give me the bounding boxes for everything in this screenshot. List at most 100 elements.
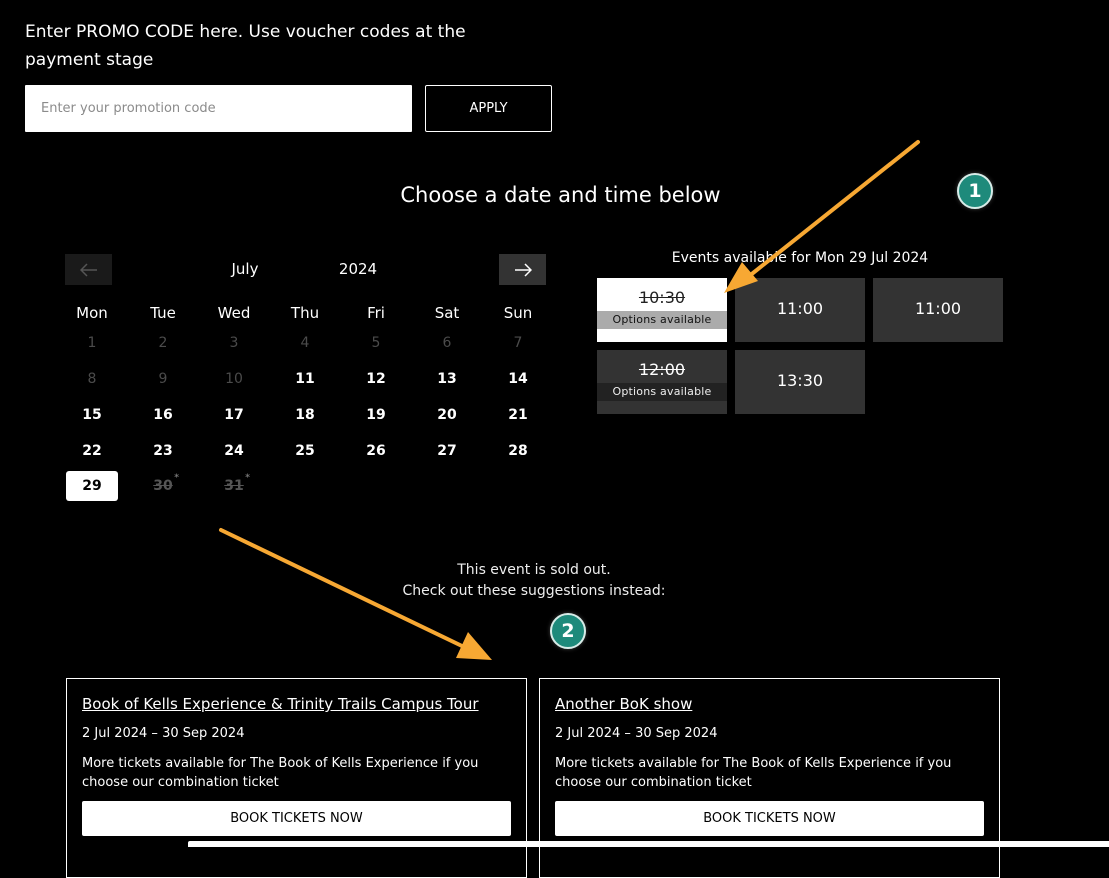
day-number: 22 — [82, 443, 102, 459]
day-number: 10 — [225, 371, 243, 387]
day-31: 31 * — [208, 471, 260, 501]
book-tickets-button[interactable]: BOOK TICKETS NOW — [555, 801, 984, 836]
weekday-thu: Thu — [290, 304, 320, 322]
slot-time: 12:00 — [638, 360, 686, 379]
day-number: 26 — [366, 443, 386, 459]
day-number: 6 — [442, 335, 452, 351]
previous-month-button[interactable] — [65, 254, 112, 285]
day-26[interactable]: 26 — [350, 436, 402, 466]
day-number: 7 — [513, 335, 523, 351]
day-8: 8 — [66, 364, 118, 394]
day-6: 6 — [421, 328, 473, 358]
weekday-tue: Tue — [150, 304, 176, 322]
day-2: 2 — [137, 328, 189, 358]
bottom-overlay-edge — [188, 841, 1109, 847]
calendar-month: July — [231, 260, 259, 278]
suggestions-message: Check out these suggestions instead: — [402, 583, 666, 599]
suggestion-description: More tickets available for The Book of K… — [555, 756, 952, 790]
day-16[interactable]: 16 — [137, 400, 189, 430]
day-24[interactable]: 24 — [208, 436, 260, 466]
day-number: 25 — [295, 443, 315, 459]
arrow-right-icon — [514, 262, 532, 277]
day-3: 3 — [208, 328, 260, 358]
day-number: 17 — [224, 407, 244, 423]
suggestion-dates: 2 Jul 2024 – 30 Sep 2024 — [555, 726, 718, 741]
day-number: 29 — [82, 478, 102, 494]
day-13[interactable]: 13 — [421, 364, 473, 394]
day-number: 1 — [87, 335, 97, 351]
time-slot-1200[interactable]: 12:00 Options available — [597, 350, 727, 414]
day-number: 5 — [371, 335, 381, 351]
day-number: 3 — [229, 335, 239, 351]
day-number: 9 — [158, 371, 168, 387]
day-number: 11 — [295, 371, 315, 387]
day-28[interactable]: 28 — [492, 436, 544, 466]
time-slot-1330[interactable]: 13:30 — [735, 350, 865, 414]
day-number: 23 — [153, 443, 173, 459]
next-month-button[interactable] — [499, 254, 546, 285]
slot-options-label: Options available — [597, 311, 727, 329]
annotation-arrow-2-head — [456, 632, 492, 660]
suggestion-title-link[interactable]: Book of Kells Experience & Trinity Trail… — [82, 695, 479, 713]
sold-out-marker: * — [245, 473, 250, 483]
sold-out-marker: * — [174, 473, 179, 483]
day-30: 30 * — [137, 471, 189, 501]
day-4: 4 — [279, 328, 331, 358]
day-22[interactable]: 22 — [66, 436, 118, 466]
day-number: 15 — [82, 407, 102, 423]
day-11[interactable]: 11 — [279, 364, 331, 394]
annotation-badge-1: 1 — [957, 173, 993, 209]
sold-out-message: This event is sold out. — [457, 562, 611, 578]
arrow-left-icon — [79, 262, 97, 277]
weekday-sun: Sun — [503, 304, 533, 322]
day-9: 9 — [137, 364, 189, 394]
day-number: 21 — [508, 407, 528, 423]
day-17[interactable]: 17 — [208, 400, 260, 430]
day-number: 13 — [437, 371, 457, 387]
time-slot-1030[interactable]: 10:30 Options available — [597, 278, 727, 342]
suggestion-card: Another BoK show 2 Jul 2024 – 30 Sep 202… — [539, 678, 1000, 878]
day-21[interactable]: 21 — [492, 400, 544, 430]
time-slot-1100[interactable]: 11:00 — [735, 278, 865, 342]
day-number: 16 — [153, 407, 173, 423]
calendar-year: 2024 — [338, 260, 378, 278]
day-15[interactable]: 15 — [66, 400, 118, 430]
day-number: 31 — [224, 478, 244, 494]
day-29[interactable]: 29 — [66, 471, 118, 501]
day-20[interactable]: 20 — [421, 400, 473, 430]
day-23[interactable]: 23 — [137, 436, 189, 466]
apply-button[interactable]: APPLY — [425, 85, 552, 132]
slot-time: 10:30 — [638, 288, 686, 307]
suggestion-title-link[interactable]: Another BoK show — [555, 695, 692, 713]
slot-time: 11:00 — [914, 299, 962, 318]
weekday-sat: Sat — [434, 304, 460, 322]
day-12[interactable]: 12 — [350, 364, 402, 394]
day-27[interactable]: 27 — [421, 436, 473, 466]
suggestion-description: More tickets available for The Book of K… — [82, 756, 479, 790]
slot-time: 11:00 — [776, 299, 824, 318]
day-10: 10 — [208, 364, 260, 394]
day-number: 8 — [87, 371, 97, 387]
suggestion-card: Book of Kells Experience & Trinity Trail… — [66, 678, 527, 878]
day-number: 24 — [224, 443, 244, 459]
day-number: 19 — [366, 407, 386, 423]
day-14[interactable]: 14 — [492, 364, 544, 394]
day-number: 18 — [295, 407, 315, 423]
day-18[interactable]: 18 — [279, 400, 331, 430]
day-number: 14 — [508, 371, 528, 387]
slot-options-label: Options available — [597, 383, 727, 401]
events-heading: Events available for Mon 29 Jul 2024 — [671, 250, 929, 266]
weekday-fri: Fri — [367, 304, 385, 322]
day-number: 2 — [158, 335, 168, 351]
day-5: 5 — [350, 328, 402, 358]
weekday-wed: Wed — [217, 304, 251, 322]
day-number: 20 — [437, 407, 457, 423]
day-number: 4 — [300, 335, 310, 351]
day-25[interactable]: 25 — [279, 436, 331, 466]
day-19[interactable]: 19 — [350, 400, 402, 430]
time-slot-1100[interactable]: 11:00 — [873, 278, 1003, 342]
book-tickets-button[interactable]: BOOK TICKETS NOW — [82, 801, 511, 836]
slot-time: 13:30 — [776, 371, 824, 390]
promo-code-input[interactable] — [25, 85, 412, 132]
day-number: 27 — [437, 443, 457, 459]
